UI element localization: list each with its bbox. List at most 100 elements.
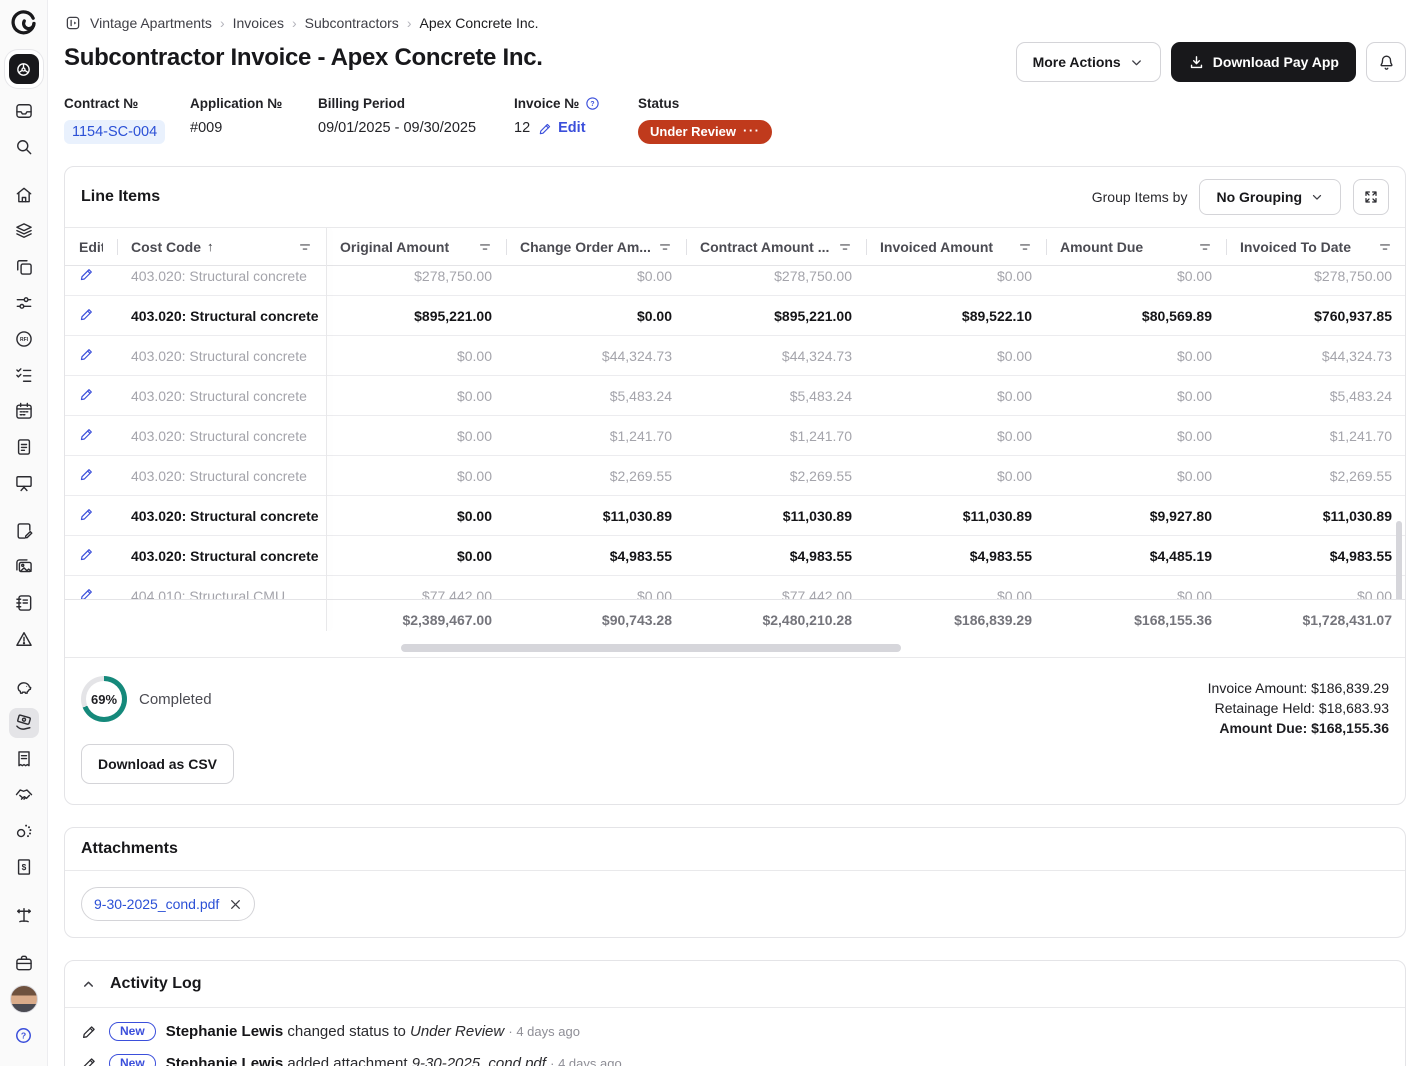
edit-row-icon[interactable]	[79, 346, 95, 362]
column-header-change-order[interactable]: Change Order Am...	[506, 228, 686, 265]
signpost-icon[interactable]	[9, 900, 39, 930]
rfi-icon[interactable]: RFI	[9, 324, 39, 354]
filter-icon[interactable]	[658, 240, 672, 254]
edit-row-icon[interactable]	[79, 546, 95, 562]
table-row[interactable]: 403.020: Structural concrete $0.00 $5,48…	[65, 376, 1405, 416]
filter-icon[interactable]	[298, 240, 312, 254]
table-row[interactable]: 403.020: Structural concrete $0.00 $44,3…	[65, 336, 1405, 376]
filter-icon[interactable]	[838, 240, 852, 254]
help-icon[interactable]: ?	[9, 1020, 39, 1050]
modules-icon[interactable]	[9, 54, 39, 84]
table-row[interactable]: 403.020: Structural concrete $278,750.00…	[65, 266, 1405, 296]
contract-amount-cell: $5,483.24	[686, 388, 866, 404]
change-order-cell: $0.00	[506, 308, 686, 324]
more-actions-button[interactable]: More Actions	[1016, 42, 1161, 82]
breadcrumb-item-current[interactable]: Apex Concrete Inc.	[419, 15, 538, 31]
invoiced-to-date-cell: $44,324.73	[1226, 348, 1405, 364]
warning-icon[interactable]	[9, 624, 39, 654]
total-original-amount: $2,389,467.00	[326, 612, 506, 628]
change-order-cell: $2,269.55	[506, 468, 686, 484]
project-board-icon[interactable]	[64, 14, 82, 32]
sort-asc-icon[interactable]: ↑	[207, 239, 214, 254]
edit-row-icon[interactable]	[79, 266, 95, 282]
horizontal-scrollbar[interactable]	[65, 641, 1405, 655]
invoice-dollar-icon[interactable]: $	[9, 852, 39, 882]
logo-icon[interactable]	[9, 8, 39, 38]
collapse-chevron-up-icon[interactable]	[81, 977, 96, 992]
left-sidebar: RFI $?	[0, 0, 48, 1066]
table-row[interactable]: 404.010: Structural CMU $77,442.00 $0.00…	[65, 576, 1405, 599]
breadcrumb-item-invoices[interactable]: Invoices	[233, 15, 284, 31]
column-header-contract-amount[interactable]: Contract Amount ...	[686, 228, 866, 265]
avatar-icon[interactable]	[9, 984, 39, 1014]
breadcrumb-item-subcontractors[interactable]: Subcontractors	[305, 15, 399, 31]
photos-icon[interactable]	[9, 552, 39, 582]
layers-icon[interactable]	[9, 216, 39, 246]
contract-number-link[interactable]: 1154-SC-004	[64, 120, 165, 144]
column-header-cost-code[interactable]: Cost Code ↑	[117, 228, 326, 265]
tasks-icon[interactable]	[9, 360, 39, 390]
filter-icon[interactable]	[1198, 240, 1212, 254]
receipt-icon[interactable]	[9, 744, 39, 774]
amount-due-cell: $0.00	[1046, 428, 1226, 444]
presentation-icon[interactable]	[9, 468, 39, 498]
notifications-button[interactable]	[1366, 42, 1406, 82]
table-row[interactable]: 403.020: Structural concrete $0.00 $4,98…	[65, 536, 1405, 576]
horizontal-scrollbar-thumb[interactable]	[401, 644, 901, 652]
file-lines-icon[interactable]	[9, 432, 39, 462]
search-icon[interactable]	[9, 132, 39, 162]
invoiced-to-date-cell: $278,750.00	[1226, 268, 1405, 284]
home-icon[interactable]	[9, 180, 39, 210]
activity-target: 9-30-2025_cond.pdf	[412, 1055, 546, 1066]
download-csv-button[interactable]: Download as CSV	[81, 744, 234, 784]
invoiced-to-date-cell: $11,030.89	[1226, 508, 1405, 524]
table-row[interactable]: 403.020: Structural concrete $0.00 $2,26…	[65, 456, 1405, 496]
download-pay-app-button[interactable]: Download Pay App	[1171, 42, 1356, 82]
amount-due-cell: $0.00	[1046, 348, 1226, 364]
piggy-bank-icon[interactable]	[9, 672, 39, 702]
summary-amount-due: Amount Due: $168,155.36	[1208, 718, 1389, 738]
edit-row-icon[interactable]	[79, 506, 95, 522]
vertical-scrollbar-thumb[interactable]	[1396, 521, 1402, 599]
change-order-cell: $0.00	[506, 588, 686, 600]
column-header-invoiced-amount[interactable]: Invoiced Amount	[866, 228, 1046, 265]
activity-entries: New Stephanie Lewis changed status to Un…	[65, 1008, 1405, 1066]
invoice-number-label: Invoice №	[514, 96, 579, 111]
grouping-dropdown[interactable]: No Grouping	[1199, 179, 1341, 215]
breadcrumb-item-project[interactable]: Vintage Apartments	[90, 15, 212, 31]
org-icon[interactable]	[9, 816, 39, 846]
status-badge[interactable]: Under Review ···	[638, 120, 772, 144]
column-header-amount-due[interactable]: Amount Due	[1046, 228, 1226, 265]
file-edit-icon[interactable]	[9, 516, 39, 546]
filter-icon[interactable]	[1018, 240, 1032, 254]
edit-row-icon[interactable]	[79, 586, 95, 599]
handshake-icon[interactable]	[9, 780, 39, 810]
column-header-original-amount[interactable]: Original Amount	[326, 228, 506, 265]
table-row[interactable]: 403.020: Structural concrete $0.00 $1,24…	[65, 416, 1405, 456]
ledger-icon[interactable]	[9, 588, 39, 618]
edit-row-icon[interactable]	[79, 306, 95, 322]
filter-icon[interactable]	[1378, 240, 1392, 254]
edit-row-icon[interactable]	[79, 426, 95, 442]
briefcase-icon[interactable]	[9, 948, 39, 978]
edit-row-icon[interactable]	[79, 386, 95, 402]
filter-icon[interactable]	[478, 240, 492, 254]
edit-invoice-number-link[interactable]: Edit	[538, 120, 585, 136]
expand-table-button[interactable]	[1353, 179, 1389, 215]
remove-attachment-icon[interactable]	[229, 898, 242, 911]
table-row[interactable]: 403.020: Structural concrete $0.00 $11,0…	[65, 496, 1405, 536]
edit-row-icon[interactable]	[79, 466, 95, 482]
copy-icon[interactable]	[9, 252, 39, 282]
payments-icon[interactable]	[9, 708, 39, 738]
calendar-icon[interactable]	[9, 396, 39, 426]
invoiced-amount-cell: $0.00	[866, 268, 1046, 284]
column-header-invoiced-to-date[interactable]: Invoiced To Date	[1226, 228, 1406, 265]
inbox-icon[interactable]	[9, 96, 39, 126]
change-order-cell: $11,030.89	[506, 508, 686, 524]
original-amount-cell: $0.00	[326, 508, 506, 524]
column-header-edit[interactable]: Edit	[65, 228, 117, 265]
table-row[interactable]: 403.020: Structural concrete $895,221.00…	[65, 296, 1405, 336]
sliders-icon[interactable]	[9, 288, 39, 318]
attachment-chip[interactable]: 9-30-2025_cond.pdf	[81, 887, 255, 921]
help-circle-icon[interactable]: ?	[585, 96, 600, 111]
